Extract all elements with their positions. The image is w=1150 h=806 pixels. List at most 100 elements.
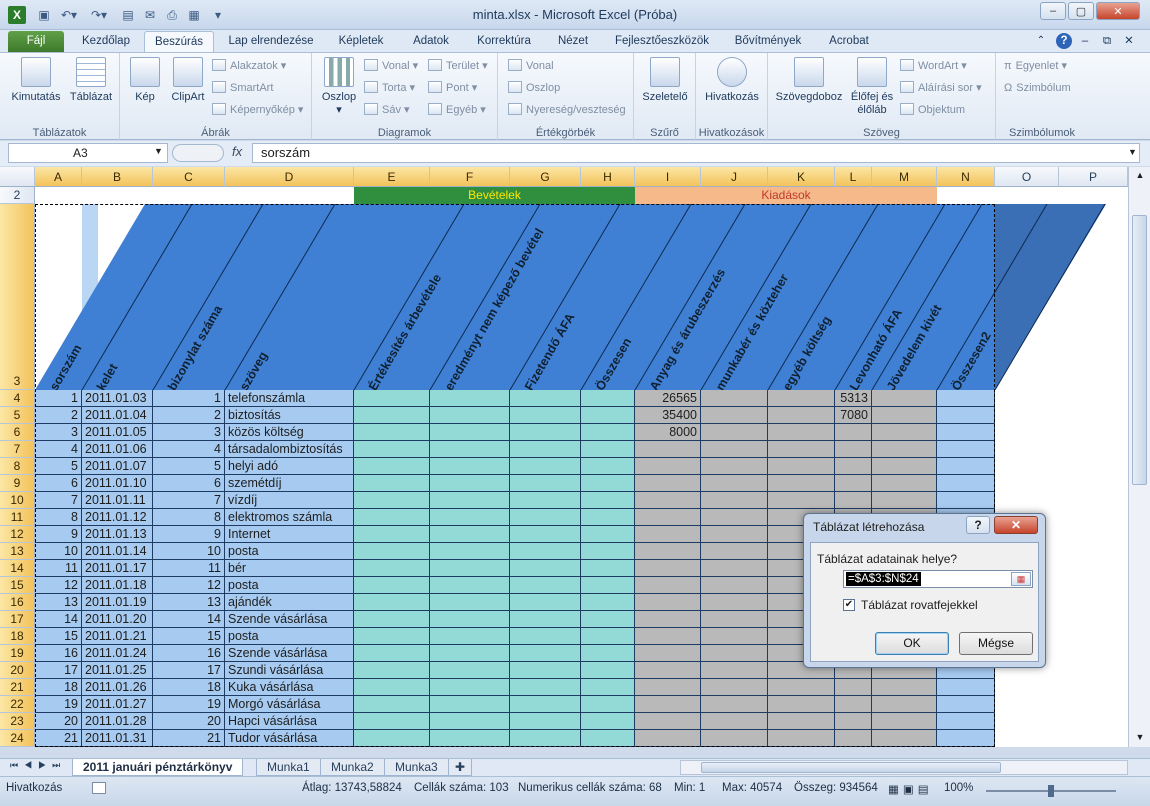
table-cell[interactable]	[937, 713, 995, 730]
table-cell[interactable]	[510, 441, 581, 458]
table-cell[interactable]	[635, 475, 701, 492]
table-cell[interactable]: 5	[35, 458, 82, 475]
equation-button[interactable]: π Egyenlet ▾	[1004, 58, 1067, 74]
bar-chart-button[interactable]: Sáv ▾	[364, 102, 410, 118]
table-cell[interactable]: 2011.01.12	[82, 509, 153, 526]
table-cell[interactable]: 5	[153, 458, 225, 475]
table-cell[interactable]	[701, 696, 768, 713]
table-cell[interactable]	[635, 662, 701, 679]
table-cell[interactable]	[430, 458, 510, 475]
line-chart-button[interactable]: Vonal ▾	[364, 58, 418, 74]
table-cell[interactable]	[701, 407, 768, 424]
table-cell[interactable]: 4	[35, 441, 82, 458]
table-cell[interactable]	[354, 475, 430, 492]
table-cell[interactable]	[872, 730, 937, 747]
table-cell[interactable]	[635, 611, 701, 628]
row-header-6[interactable]: 6	[0, 424, 35, 441]
column-header-k[interactable]: K	[768, 167, 835, 187]
table-cell[interactable]: 3	[153, 424, 225, 441]
table-cell[interactable]: biztosítás	[225, 407, 354, 424]
table-cell[interactable]	[581, 577, 635, 594]
table-cell[interactable]	[768, 475, 835, 492]
table-cell[interactable]	[635, 713, 701, 730]
table-cell[interactable]: 21	[153, 730, 225, 747]
table-cell[interactable]	[510, 509, 581, 526]
table-cell[interactable]	[510, 543, 581, 560]
table-cell[interactable]: 2011.01.14	[82, 543, 153, 560]
table-cell[interactable]	[835, 679, 872, 696]
table-cell[interactable]: 35400	[635, 407, 701, 424]
table-cell[interactable]: 8	[35, 509, 82, 526]
table-cell[interactable]	[354, 560, 430, 577]
table-cell[interactable]	[768, 679, 835, 696]
table-cell[interactable]: bér	[225, 560, 354, 577]
table-cell[interactable]	[635, 696, 701, 713]
table-cell[interactable]: Szende vásárlása	[225, 611, 354, 628]
table-cell[interactable]: posta	[225, 577, 354, 594]
table-cell[interactable]: 11	[35, 560, 82, 577]
ok-button[interactable]: OK	[875, 632, 949, 655]
dialog-close-button[interactable]: ✕	[994, 516, 1038, 534]
table-cell[interactable]	[835, 458, 872, 475]
table-cell[interactable]	[510, 645, 581, 662]
table-cell[interactable]	[635, 730, 701, 747]
table-cell[interactable]	[430, 696, 510, 713]
hscroll-thumb[interactable]	[701, 762, 1001, 773]
range-input[interactable]: =$A$3:$N$24 ▦	[843, 570, 1033, 588]
table-cell[interactable]: posta	[225, 543, 354, 560]
table-cell[interactable]	[510, 492, 581, 509]
table-cell[interactable]	[937, 492, 995, 509]
table-cell[interactable]: 14	[35, 611, 82, 628]
table-cell[interactable]: 2011.01.21	[82, 628, 153, 645]
table-cell[interactable]: 2	[35, 407, 82, 424]
table-cell[interactable]	[354, 662, 430, 679]
table-cell[interactable]: 20	[153, 713, 225, 730]
table-cell[interactable]: 2011.01.06	[82, 441, 153, 458]
table-cell[interactable]	[937, 390, 995, 407]
table-cell[interactable]: 2011.01.18	[82, 577, 153, 594]
table-cell[interactable]: Morgó vásárlása	[225, 696, 354, 713]
table-button[interactable]: Táblázat	[66, 57, 116, 104]
table-cell[interactable]: 2011.01.27	[82, 696, 153, 713]
object-button[interactable]: Objektum	[900, 102, 965, 118]
row-header-24[interactable]: 24	[0, 730, 35, 747]
table-cell[interactable]	[701, 492, 768, 509]
other-charts-button[interactable]: Egyéb ▾	[428, 102, 486, 118]
table-cell[interactable]	[510, 407, 581, 424]
table-cell[interactable]	[581, 611, 635, 628]
table-cell[interactable]	[430, 509, 510, 526]
tab-file[interactable]: Fájl	[8, 31, 64, 52]
table-cell[interactable]: 2011.01.10	[82, 475, 153, 492]
table-cell[interactable]	[354, 509, 430, 526]
table-cell[interactable]	[354, 628, 430, 645]
table-cell[interactable]	[430, 730, 510, 747]
scroll-down-icon[interactable]: ▼	[1131, 729, 1149, 746]
table-cell[interactable]	[835, 424, 872, 441]
column-header-m[interactable]: M	[872, 167, 937, 187]
table-cell[interactable]	[354, 713, 430, 730]
table-cell[interactable]	[872, 492, 937, 509]
row-header-21[interactable]: 21	[0, 679, 35, 696]
zoom-level[interactable]: 100%	[944, 782, 973, 794]
table-cell[interactable]: 2011.01.11	[82, 492, 153, 509]
table-cell[interactable]	[701, 458, 768, 475]
row-header-13[interactable]: 13	[0, 543, 35, 560]
row-header-23[interactable]: 23	[0, 713, 35, 730]
table-cell[interactable]: 18	[35, 679, 82, 696]
help-icon[interactable]: ?	[1056, 33, 1072, 49]
table-cell[interactable]: 16	[153, 645, 225, 662]
table-cell[interactable]: 2011.01.19	[82, 594, 153, 611]
table-cell[interactable]: 17	[153, 662, 225, 679]
table-cell[interactable]	[581, 407, 635, 424]
table-cell[interactable]	[768, 696, 835, 713]
pivottable-button[interactable]: Kimutatás	[8, 57, 64, 104]
table-cell[interactable]: 2011.01.25	[82, 662, 153, 679]
table-cell[interactable]: 13	[35, 594, 82, 611]
table-cell[interactable]: 26565	[635, 390, 701, 407]
table-cell[interactable]: vízdíj	[225, 492, 354, 509]
table-cell[interactable]	[937, 458, 995, 475]
table-cell[interactable]: posta	[225, 628, 354, 645]
table-cell[interactable]	[430, 492, 510, 509]
table-cell[interactable]	[835, 492, 872, 509]
row-header-18[interactable]: 18	[0, 628, 35, 645]
